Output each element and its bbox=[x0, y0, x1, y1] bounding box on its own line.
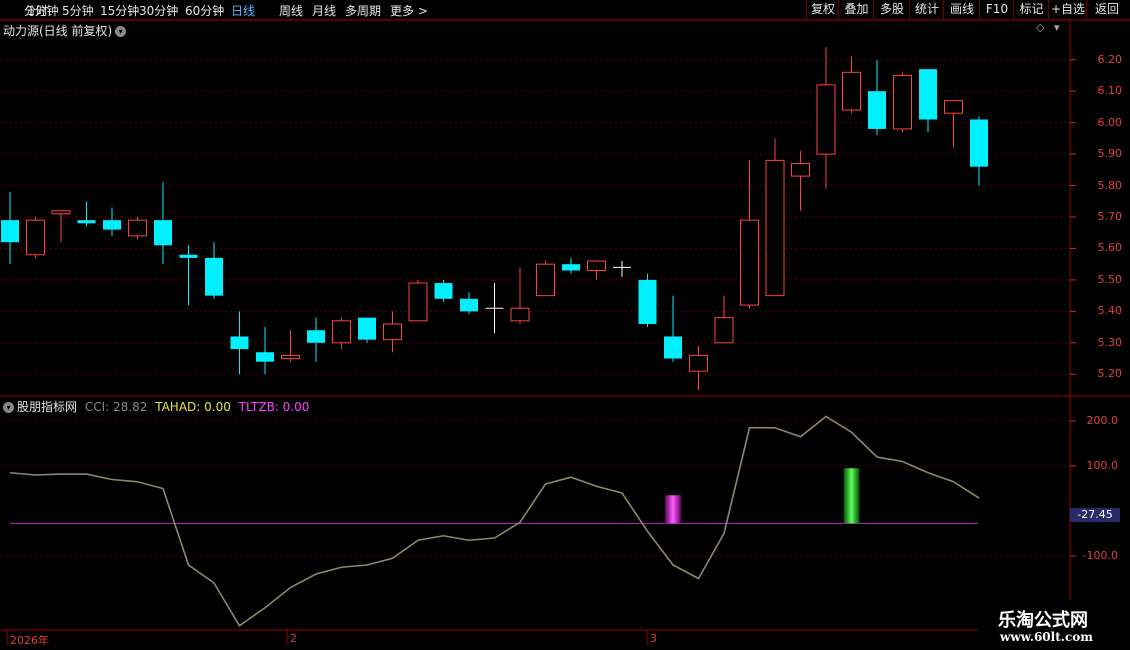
date-label: 3 bbox=[650, 632, 657, 645]
cci-tick-label: -100.0 bbox=[1082, 549, 1118, 562]
main-chart-title: 动力源(日线 前复权) ▾ bbox=[3, 22, 127, 39]
price-tick-label: 5.40 bbox=[1097, 304, 1123, 318]
candle-body bbox=[842, 71, 861, 111]
candle-body bbox=[434, 283, 453, 299]
period-6[interactable]: 日线 bbox=[231, 2, 255, 19]
tahad-value: TAHAD: 0.00 bbox=[155, 400, 231, 414]
toolbar-button-8[interactable]: 返回 bbox=[1086, 0, 1127, 19]
indicator-name: 股朋指标网 bbox=[17, 400, 78, 414]
candle-body bbox=[510, 307, 530, 322]
period-5[interactable]: 60分钟 bbox=[185, 2, 224, 19]
chevron-down-icon[interactable]: ▾ bbox=[115, 26, 127, 37]
candle-body bbox=[332, 320, 351, 344]
candle-body bbox=[740, 219, 759, 306]
toolbar-button-0[interactable]: 复权 bbox=[806, 0, 839, 19]
period-2[interactable]: 5分钟 bbox=[62, 2, 94, 19]
candle-body bbox=[26, 219, 45, 256]
caret-down-icon[interactable]: ▾ bbox=[1054, 21, 1060, 34]
price-tick-label: 5.50 bbox=[1097, 272, 1123, 286]
candle-body bbox=[77, 220, 96, 224]
cci-tick-label: 200.0 bbox=[1086, 414, 1119, 427]
period-1[interactable]: 1分钟 bbox=[27, 2, 59, 19]
candle-body bbox=[103, 220, 121, 230]
current-value-label: -27.45 bbox=[1070, 508, 1120, 522]
period-7[interactable]: 周线 bbox=[279, 2, 303, 19]
price-tick-label: 6.00 bbox=[1097, 115, 1123, 129]
price-tick-label: 5.30 bbox=[1097, 335, 1123, 349]
period-3[interactable]: 15分钟 bbox=[100, 2, 139, 19]
diamond-icon[interactable]: ◇ bbox=[1036, 21, 1044, 34]
candle-body bbox=[51, 210, 71, 215]
candle-body bbox=[205, 257, 223, 296]
candle-body bbox=[714, 317, 734, 344]
stock-title: 动力源(日线 前复权) bbox=[3, 24, 113, 38]
right-info-strip bbox=[1121, 20, 1130, 630]
candle-body bbox=[638, 279, 657, 324]
price-tick-label: 5.70 bbox=[1097, 210, 1123, 223]
candle-body bbox=[919, 69, 937, 120]
price-tick-label: 5.20 bbox=[1097, 367, 1123, 381]
candle-body bbox=[230, 336, 249, 350]
toolbar-button-7[interactable]: +自选 bbox=[1048, 0, 1087, 19]
tltzb-value: TLTZB: 0.00 bbox=[238, 400, 310, 414]
candle-body bbox=[664, 336, 682, 359]
candle-body bbox=[408, 282, 428, 322]
date-label: 2 bbox=[290, 632, 297, 645]
price-tick-label: 6.20 bbox=[1097, 52, 1123, 66]
watermark-title: 乐淘公式网 bbox=[998, 610, 1088, 631]
candle-body bbox=[765, 159, 785, 297]
toolbar-button-3[interactable]: 统计 bbox=[909, 0, 944, 19]
candle-body bbox=[587, 260, 606, 271]
tahad-bar bbox=[665, 495, 681, 524]
price-tick-label: 5.80 bbox=[1097, 178, 1123, 192]
candle-body bbox=[816, 84, 836, 155]
candle-body bbox=[358, 317, 376, 340]
period-8[interactable]: 月线 bbox=[312, 2, 336, 19]
candle-body bbox=[689, 354, 708, 372]
toolbar-button-1[interactable]: 叠加 bbox=[838, 0, 874, 19]
price-tick-label: 5.60 bbox=[1097, 241, 1123, 255]
toolbar-button-5[interactable]: F10 bbox=[979, 0, 1014, 19]
tltzb-bar bbox=[843, 468, 860, 524]
price-tick-label: 6.10 bbox=[1097, 84, 1123, 98]
cci-tick-label: 100.0 bbox=[1086, 459, 1119, 472]
period-10[interactable]: 更多 > bbox=[390, 2, 428, 19]
candle-body bbox=[281, 354, 300, 360]
chevron-down-icon[interactable]: ▾ bbox=[3, 402, 14, 413]
candle-body bbox=[179, 254, 198, 258]
candle-body bbox=[128, 219, 147, 237]
toolbar-button-4[interactable]: 画线 bbox=[943, 0, 980, 19]
period-4[interactable]: 30分钟 bbox=[139, 2, 178, 19]
candle-body bbox=[868, 91, 886, 129]
watermark-url: www.60lt.com bbox=[1000, 630, 1093, 644]
candle-body bbox=[944, 100, 963, 114]
candle-body bbox=[154, 220, 172, 246]
candle-body bbox=[791, 163, 810, 177]
candle-body bbox=[893, 74, 912, 130]
candle-body bbox=[307, 330, 325, 343]
date-label: 2026年 bbox=[10, 634, 49, 647]
period-toolbar: 分时 1分钟 5分钟 15分钟 30分钟 60分钟 日线 周线 月线 多周期 更多 > 复权 叠加 多股统… bbox=[0, 0, 1130, 20]
candle-body bbox=[256, 352, 274, 362]
candle-body bbox=[383, 323, 402, 341]
watermark: 乐淘公式网 www.60lt.com bbox=[978, 600, 1130, 650]
toolbar-button-2[interactable]: 多股 bbox=[873, 0, 910, 19]
price-tick-label: 5.90 bbox=[1097, 147, 1123, 161]
cci-line bbox=[9, 415, 980, 627]
kline-chart bbox=[0, 19, 1130, 645]
candle-body bbox=[460, 298, 478, 312]
candle-body bbox=[536, 263, 555, 297]
candle-body bbox=[1, 220, 19, 243]
candle-body bbox=[562, 264, 580, 271]
candle-body bbox=[970, 119, 988, 167]
period-9[interactable]: 多周期 bbox=[345, 2, 381, 19]
toolbar-button-6[interactable]: 标记 bbox=[1013, 0, 1049, 19]
cci-value: CCI: 28.82 bbox=[84, 400, 148, 414]
indicator-title: ▾ 股朋指标网 CCI: 28.82 TAHAD: 0.00 TLTZB: 0.0… bbox=[3, 398, 309, 415]
